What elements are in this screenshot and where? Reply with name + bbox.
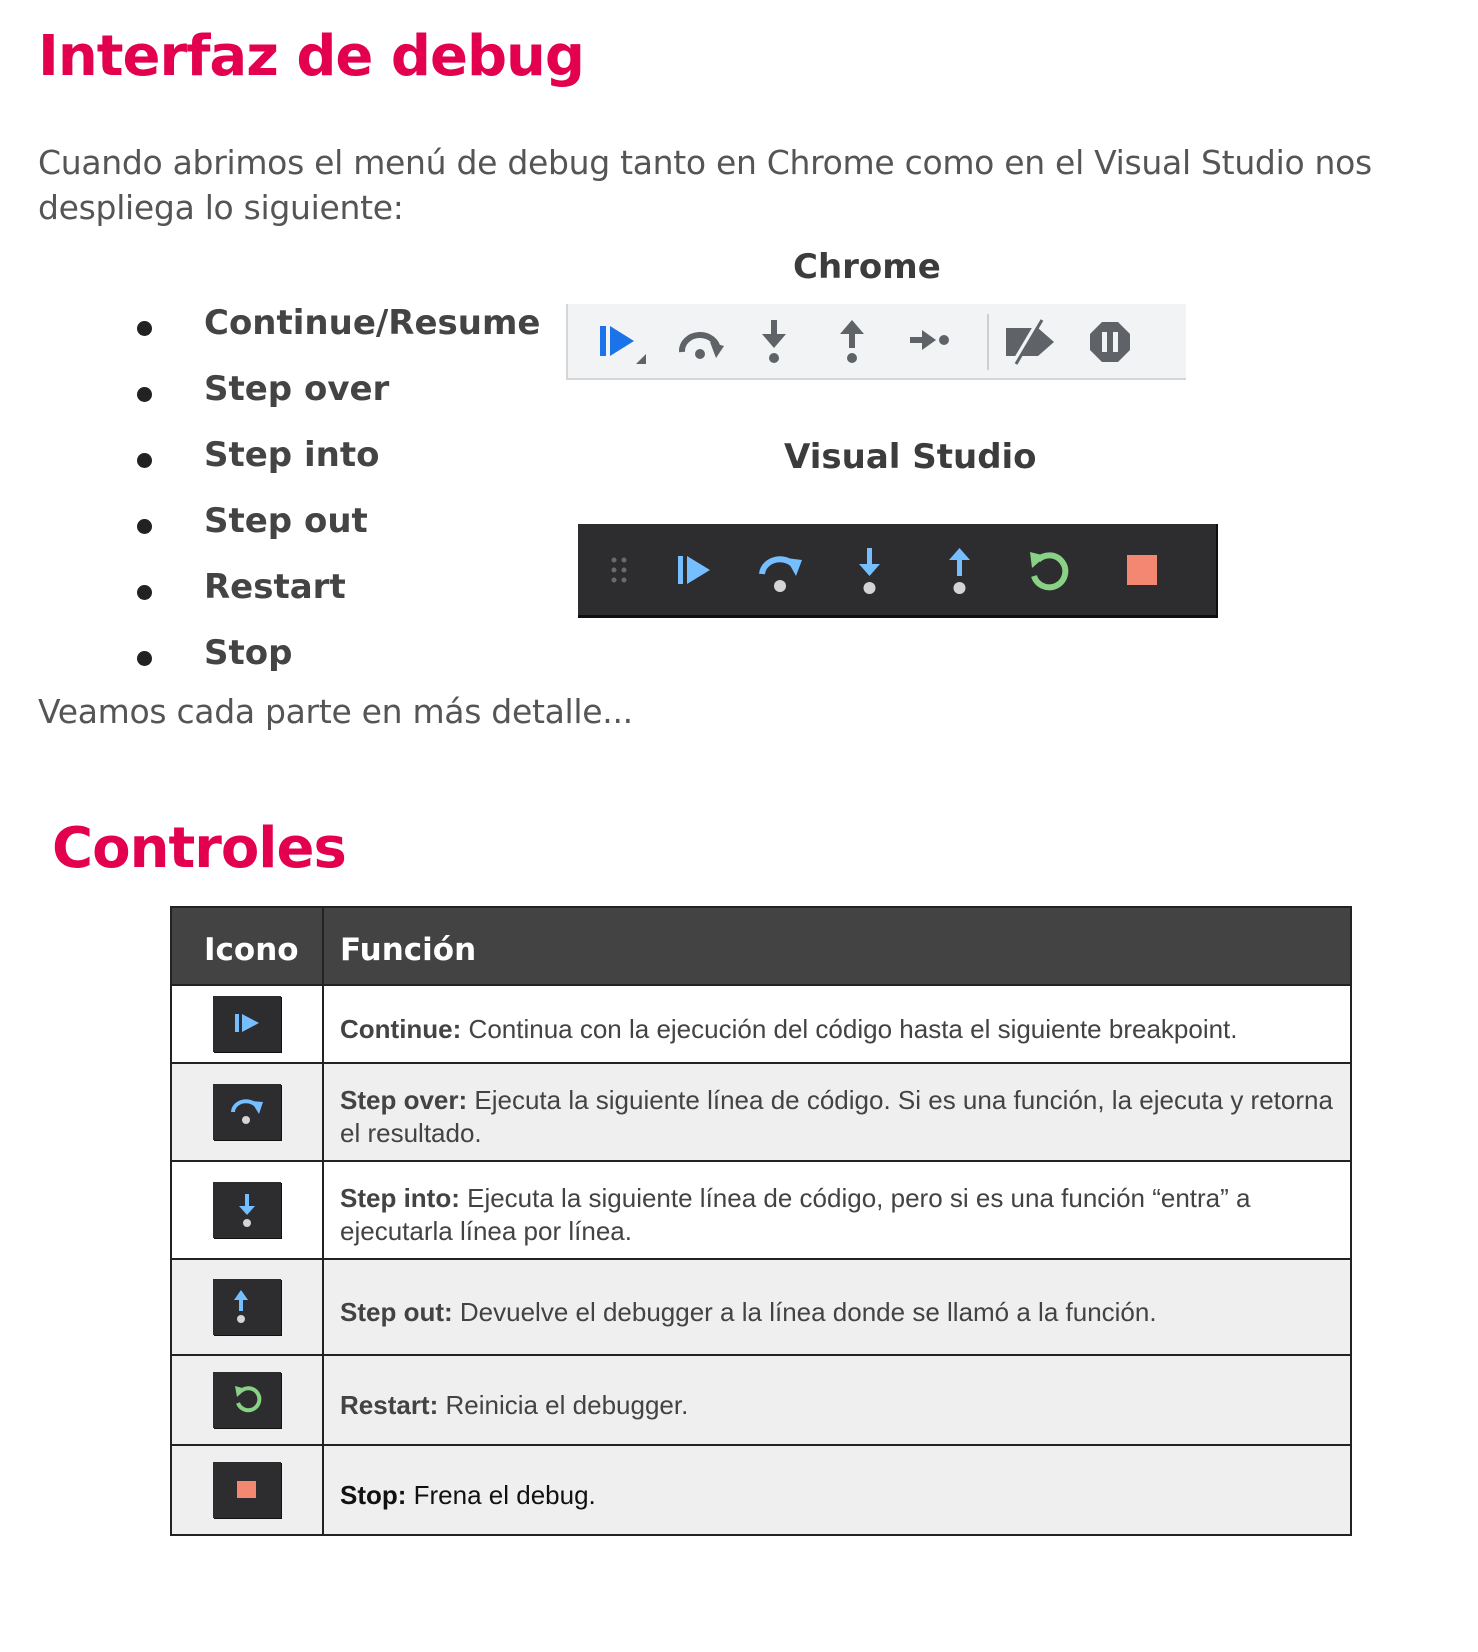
step-icon[interactable] — [906, 320, 954, 360]
table-cell-description: Step over: Ejecuta la siguiente línea de… — [322, 1062, 1352, 1162]
bullet-dot — [137, 585, 152, 600]
controls-table: Icono Función Continue: Continua con la … — [170, 906, 1352, 1536]
table-cell-description: Continue: Continua con la ejecución del … — [322, 984, 1352, 1064]
bullet-dot — [137, 651, 152, 666]
table-cell-description: Stop: Frena el debug. — [322, 1444, 1352, 1536]
restart-icon[interactable] — [1024, 546, 1076, 598]
step-over-icon[interactable] — [674, 320, 730, 368]
step-into-icon[interactable] — [850, 544, 890, 600]
bullet-dot — [137, 453, 152, 468]
section-title: Controles — [52, 816, 347, 881]
continue-icon[interactable] — [594, 320, 650, 368]
restart-icon — [213, 1372, 281, 1428]
table-row: Step into: Ejecuta la siguiente línea de… — [170, 1160, 1352, 1260]
stop-icon — [213, 1462, 281, 1518]
list-item: Step over — [130, 369, 540, 435]
list-item: Restart — [130, 567, 540, 633]
table-row: Stop: Frena el debug. — [170, 1444, 1352, 1536]
continue-icon[interactable] — [674, 550, 718, 590]
step-over-icon[interactable] — [754, 546, 810, 598]
list-item: Continue/Resume — [130, 303, 540, 369]
table-row: Restart: Reinicia el debugger. — [170, 1354, 1352, 1446]
column-header-funcion: Función — [322, 906, 1352, 986]
list-item: Stop — [130, 633, 540, 699]
step-out-icon[interactable] — [832, 316, 872, 368]
toolbar-divider — [987, 314, 989, 370]
outro-paragraph: Veamos cada parte en más detalle... — [38, 692, 633, 731]
visual-studio-debug-toolbar — [578, 524, 1218, 618]
table-cell-description: Step into: Ejecuta la siguiente línea de… — [322, 1160, 1352, 1260]
pause-on-exceptions-icon[interactable] — [1086, 318, 1134, 366]
table-header-row: Icono Función — [170, 906, 1352, 986]
column-header-icono: Icono — [170, 906, 324, 986]
table-row: Continue: Continua con la ejecución del … — [170, 984, 1352, 1064]
table-row: Step over: Ejecuta la siguiente línea de… — [170, 1062, 1352, 1162]
bullet-dot — [137, 519, 152, 534]
step-out-icon — [213, 1279, 281, 1335]
chrome-debug-toolbar — [566, 304, 1186, 380]
visual-studio-label: Visual Studio — [784, 437, 1037, 477]
list-item: Step into — [130, 435, 540, 501]
list-item: Step out — [130, 501, 540, 567]
bullet-dot — [137, 387, 152, 402]
stop-icon[interactable] — [1124, 552, 1160, 588]
step-into-icon[interactable] — [754, 316, 794, 368]
table-row: Step out: Devuelve el debugger a la líne… — [170, 1258, 1352, 1356]
intro-paragraph: Cuando abrimos el menú de debug tanto en… — [38, 143, 1372, 227]
page-title: Interfaz de debug — [38, 24, 585, 89]
table-cell-description: Step out: Devuelve el debugger a la líne… — [322, 1258, 1352, 1356]
debug-actions-list: Continue/Resume Step over Step into Step… — [130, 303, 540, 699]
step-out-icon[interactable] — [940, 544, 980, 600]
step-into-icon — [213, 1182, 281, 1238]
continue-icon — [213, 996, 281, 1052]
step-over-icon — [213, 1084, 281, 1140]
drag-handle-icon[interactable] — [608, 554, 632, 590]
deactivate-breakpoints-icon[interactable] — [1000, 316, 1064, 368]
bullet-dot — [137, 321, 152, 336]
chrome-label: Chrome — [793, 247, 941, 287]
table-cell-description: Restart: Reinicia el debugger. — [322, 1354, 1352, 1446]
